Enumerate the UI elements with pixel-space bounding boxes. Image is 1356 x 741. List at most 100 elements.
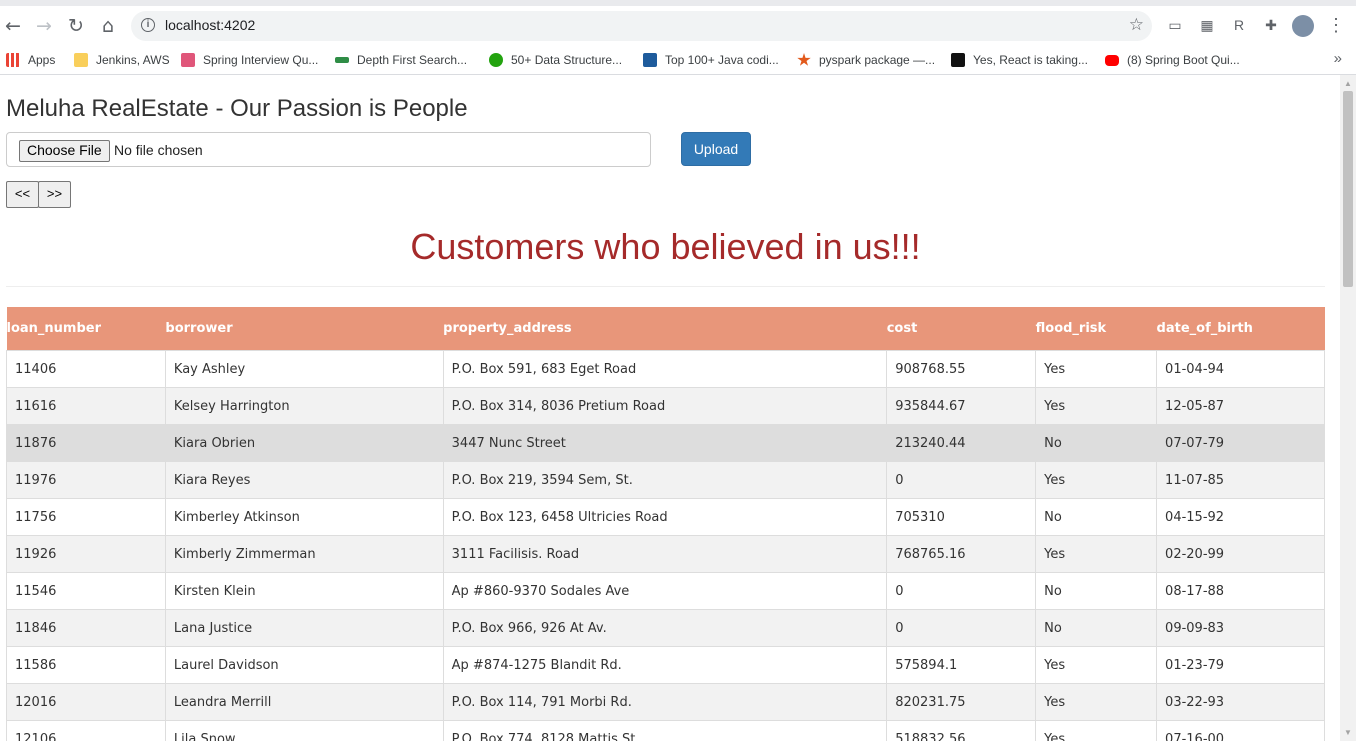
apps-grid-icon: [6, 53, 20, 67]
spark-favicon-icon: [797, 53, 811, 66]
bookmark-pyspark[interactable]: pyspark package —...: [797, 50, 935, 70]
cost-cell: 705310: [886, 498, 1037, 536]
column-header-flood-risk: flood_risk: [1035, 307, 1157, 351]
scrollbar-thumb[interactable]: [1343, 91, 1353, 287]
site-info-icon[interactable]: i: [141, 18, 155, 32]
reload-icon[interactable]: ↻: [64, 14, 88, 38]
column-header-cost: cost: [886, 307, 1036, 351]
borrower-cell: Kay Ashley: [164, 350, 444, 388]
table-row: 11586 Laurel Davidson Ap #874-1275 Blandit…: [6, 646, 1325, 684]
bookmark-spring-boot-youtube[interactable]: (8) Spring Boot Qui...: [1105, 50, 1240, 70]
property-address-cell: P.O. Box 591, 683 Eget Road: [442, 350, 888, 388]
date-of-birth-cell: 12-05-87: [1156, 387, 1325, 425]
date-of-birth-cell: 01-23-79: [1156, 646, 1325, 684]
date-of-birth-cell: 11-07-85: [1156, 461, 1325, 499]
property-address-cell: P.O. Box 219, 3594 Sem, St.: [442, 461, 888, 499]
extension-icon[interactable]: ▦: [1198, 16, 1216, 34]
flood-risk-cell: No: [1035, 498, 1158, 536]
home-icon[interactable]: ⌂: [96, 14, 120, 38]
date-of-birth-cell: 07-16-00: [1156, 720, 1325, 741]
reader-extension-icon[interactable]: R: [1230, 16, 1248, 34]
bookmark-apps[interactable]: Apps: [6, 50, 55, 70]
bookmark-react-article[interactable]: Yes, React is taking...: [951, 50, 1088, 70]
site-favicon-icon: [181, 53, 195, 67]
youtube-favicon-icon: [1105, 54, 1119, 66]
borrower-cell: Lila Snow: [164, 720, 444, 741]
borrower-cell: Kiara Reyes: [164, 461, 444, 499]
property-address-cell: Ap #860-9370 Sodales Ave: [442, 572, 888, 610]
table-row: 11876 Kiara Obrien 3447 Nunc Street 213240.…: [6, 424, 1325, 462]
loan-number-cell: 11616: [6, 387, 166, 425]
borrower-cell: Laurel Davidson: [164, 646, 444, 684]
table-row: 11546 Kirsten Klein Ap #860-9370 Sodales A…: [6, 572, 1325, 610]
j2b-favicon-icon: [643, 53, 657, 67]
url-text: localhost:4202: [165, 17, 256, 33]
more-bookmarks-icon[interactable]: »: [1334, 50, 1342, 67]
bookmark-data-structure[interactable]: 50+ Data Structure...: [489, 50, 622, 70]
browser-toolbar: ← → ↻ ⌂ i localhost:4202 ☆ ▭ ▦ R ✚ ⋮: [0, 0, 1356, 46]
bookmark-java-coding[interactable]: Top 100+ Java codi...: [643, 50, 779, 70]
profile-avatar[interactable]: [1292, 15, 1314, 37]
date-of-birth-cell: 04-15-92: [1156, 498, 1325, 536]
borrower-cell: Kiara Obrien: [164, 424, 444, 462]
cost-cell: 0: [886, 572, 1037, 610]
scroll-down-arrow-icon[interactable]: ▼: [1344, 728, 1352, 737]
bookmark-label: Top 100+ Java codi...: [665, 53, 779, 67]
column-header-loan-number: loan_number: [6, 307, 166, 351]
loan-number-cell: 11756: [6, 498, 166, 536]
flood-risk-cell: Yes: [1035, 646, 1158, 684]
loan-number-cell: 11976: [6, 461, 166, 499]
table-row: 11616 Kelsey Harrington P.O. Box 314, 8036…: [6, 387, 1325, 425]
cast-icon[interactable]: ▭: [1166, 16, 1184, 34]
cost-cell: 908768.55: [886, 350, 1037, 388]
back-arrow-icon[interactable]: ←: [1, 14, 25, 38]
property-address-cell: P.O. Box 966, 926 At Av.: [442, 609, 888, 647]
kebab-menu-icon[interactable]: ⋮: [1327, 16, 1345, 36]
column-header-date-of-birth: date_of_birth: [1156, 307, 1325, 351]
flood-risk-cell: Yes: [1035, 683, 1158, 721]
bookmark-label: 50+ Data Structure...: [511, 53, 623, 67]
choose-file-button[interactable]: Choose File: [19, 140, 110, 162]
upload-button[interactable]: Upload: [681, 132, 751, 166]
loan-number-cell: 12016: [6, 683, 166, 721]
gg-favicon-icon: [335, 57, 349, 63]
property-address-cell: P.O. Box 123, 6458 Ultricies Road: [442, 498, 888, 536]
leetcode-favicon-icon: [489, 53, 503, 67]
address-bar[interactable]: i localhost:4202 ☆: [131, 11, 1152, 41]
page-viewport: Meluha RealEstate - Our Passion is Peopl…: [0, 75, 1340, 741]
flood-risk-cell: No: [1035, 424, 1158, 462]
previous-page-button[interactable]: <<: [6, 181, 39, 208]
cost-cell: 0: [886, 609, 1037, 647]
flood-risk-cell: Yes: [1035, 720, 1158, 741]
table-row: 12106 Lila Snow P.O. Box 774, 8128 Mattis …: [6, 720, 1325, 741]
borrower-cell: Leandra Merrill: [164, 683, 444, 721]
bookmark-label: Jenkins, AWS: [96, 53, 170, 67]
page-scrollbar[interactable]: ▲ ▼: [1340, 75, 1356, 741]
bookmark-star-icon[interactable]: ☆: [1129, 15, 1144, 35]
date-of-birth-cell: 02-20-99: [1156, 535, 1325, 573]
borrower-cell: Kelsey Harrington: [164, 387, 444, 425]
puzzle-extensions-icon[interactable]: ✚: [1262, 16, 1280, 34]
forward-arrow-icon[interactable]: →: [32, 14, 56, 38]
table-row: 11926 Kimberly Zimmerman 3111 Facilisis. R…: [6, 535, 1325, 573]
cost-cell: 575894.1: [886, 646, 1037, 684]
date-of-birth-cell: 09-09-83: [1156, 609, 1325, 647]
bookmark-jenkins-aws[interactable]: Jenkins, AWS: [74, 50, 170, 70]
cost-cell: 768765.16: [886, 535, 1037, 573]
loan-number-cell: 11586: [6, 646, 166, 684]
bookmark-depth-first-search[interactable]: Depth First Search...: [335, 50, 467, 70]
property-address-cell: P.O. Box 114, 791 Morbi Rd.: [442, 683, 888, 721]
next-page-button[interactable]: >>: [38, 181, 71, 208]
table-row: 11846 Lana Justice P.O. Box 966, 926 At Av…: [6, 609, 1325, 647]
scroll-up-arrow-icon[interactable]: ▲: [1344, 79, 1352, 88]
bookmark-label: Yes, React is taking...: [973, 53, 1088, 67]
table-row: 11976 Kiara Reyes P.O. Box 219, 3594 Sem, …: [6, 461, 1325, 499]
file-input[interactable]: Choose File No file chosen: [6, 132, 651, 167]
property-address-cell: 3447 Nunc Street: [442, 424, 888, 462]
file-status-text: No file chosen: [114, 142, 203, 158]
customers-headline: Customers who believed in us!!!: [410, 226, 921, 267]
table-row: 11756 Kimberley Atkinson P.O. Box 123, 645…: [6, 498, 1325, 536]
property-address-cell: 3111 Facilisis. Road: [442, 535, 888, 573]
loan-number-cell: 11926: [6, 535, 166, 573]
bookmark-spring-interview[interactable]: Spring Interview Qu...: [181, 50, 318, 70]
